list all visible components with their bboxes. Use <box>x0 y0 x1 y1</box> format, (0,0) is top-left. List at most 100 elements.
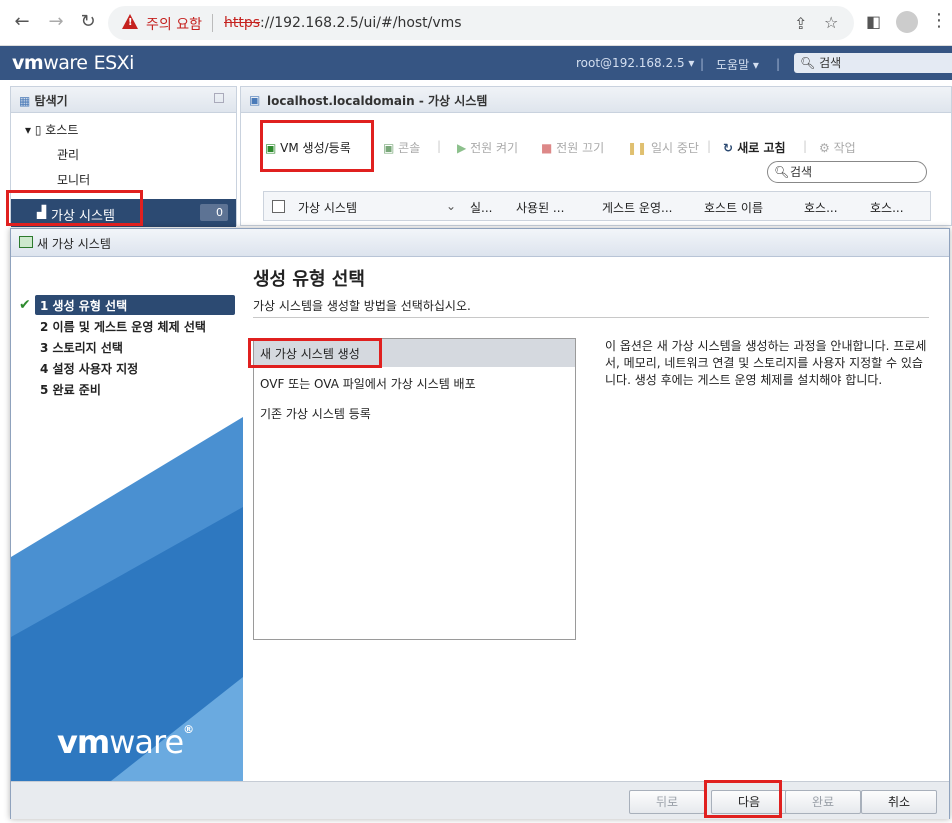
logo-bold: vm <box>12 52 44 74</box>
new-vm-icon <box>19 236 33 248</box>
more-menu-icon[interactable]: ⋮ <box>930 10 948 31</box>
gear-icon: ⚙ <box>819 141 830 155</box>
collapse-icon[interactable] <box>214 93 224 103</box>
browser-toolbar: ← → ↻ ! 주의 요함 https://192.168.2.5/ui/#/h… <box>0 0 952 46</box>
toolbar-separator: | <box>437 139 442 153</box>
navigator-icon: ▦ <box>19 94 31 108</box>
sidebar-item-monitor[interactable]: 모니터 <box>57 171 90 188</box>
cancel-button[interactable]: 취소 <box>861 790 937 814</box>
creation-type-list[interactable]: 새 가상 시스템 생성 OVF 또는 OVA 파일에서 가상 시스템 배포 기존… <box>253 338 576 640</box>
divider <box>253 317 929 318</box>
vm-count-badge: 0 <box>200 204 228 221</box>
header-search-input[interactable]: 🔍︎ 검색 <box>794 53 952 73</box>
refresh-label: 새로 고침 <box>737 141 786 155</box>
column-header[interactable]: 사용된 ... <box>516 199 564 216</box>
suspend-button[interactable]: ❚❚ 일시 중단 <box>627 139 699 156</box>
list-item-create-new-vm[interactable]: 새 가상 시스템 생성 <box>254 339 575 367</box>
select-all-checkbox[interactable] <box>272 200 285 213</box>
wizard-step-5[interactable]: 5 완료 준비 <box>35 379 235 399</box>
back-arrow-icon[interactable]: ← <box>10 10 34 34</box>
address-bar[interactable]: ! 주의 요함 https://192.168.2.5/ui/#/host/vm… <box>108 6 854 40</box>
power-on-label: 전원 켜기 <box>470 141 519 155</box>
page-title: 생성 유형 선택 <box>253 269 365 290</box>
vmware-esxi-logo: vmware ESXi <box>12 52 134 74</box>
bookmark-star-icon[interactable]: ☆ <box>824 13 838 32</box>
navigator-panel: ▦ 탐색기 ▾ ▯ 호스트 관리 모니터 ▟ 가상 시스템 0 <box>10 86 237 227</box>
content-search-input[interactable]: 🔍︎ 검색 <box>767 161 927 183</box>
create-vm-icon: ▣ <box>265 141 277 155</box>
refresh-button[interactable]: ↻ 새로 고침 <box>723 139 786 156</box>
creation-type-description: 이 옵션은 새 가상 시스템을 생성하는 과정을 안내합니다. 프로세서, 메모… <box>605 339 927 387</box>
power-on-icon: ▶ <box>457 141 467 155</box>
create-register-vm-label: VM 생성/등록 <box>280 141 351 155</box>
sidebar-item-vms-label: 가상 시스템 <box>51 209 115 224</box>
power-off-button[interactable]: ■ 전원 끄기 <box>541 139 604 156</box>
console-button[interactable]: ▣ 콘솔 <box>383 139 420 156</box>
wizard-step-4[interactable]: 4 설정 사용자 지정 <box>35 358 235 378</box>
security-warning[interactable]: 주의 요함 <box>146 14 202 34</box>
host-vms-icon: ▣ <box>249 93 261 107</box>
sidebar-item-host[interactable]: ▾ ▯ 호스트 <box>25 121 78 138</box>
navigator-title: ▦ 탐색기 <box>11 87 236 113</box>
wizard-steps-panel: ✔ 1 생성 유형 선택 2 이름 및 게스트 운영 체제 선택 3 스토리지 … <box>11 257 243 781</box>
sidebar-item-manage[interactable]: 관리 <box>57 146 79 163</box>
toolbar-separator: | <box>803 139 808 153</box>
console-label: 콘솔 <box>398 141 421 155</box>
forward-arrow-icon[interactable]: → <box>44 10 68 34</box>
sidebar-item-vms[interactable]: ▟ 가상 시스템 0 <box>11 199 236 227</box>
create-register-vm-button[interactable]: ▣ VM 생성/등록 <box>265 139 351 156</box>
wizard-main-panel: 생성 유형 선택 가상 시스템을 생성할 방법을 선택하십시오. 새 가상 시스… <box>243 257 949 781</box>
search-icon: 🔍︎ <box>800 56 816 70</box>
profile-avatar-icon[interactable] <box>896 11 918 33</box>
omnibox-separator <box>212 14 213 32</box>
column-header[interactable]: 게스트 운영... <box>602 199 672 216</box>
toolbar-separator: | <box>707 139 712 153</box>
dialog-title-text: 새 가상 시스템 <box>37 237 111 251</box>
reload-icon[interactable]: ↻ <box>76 10 100 34</box>
check-icon: ✔ <box>19 297 31 313</box>
user-menu[interactable]: root@192.168.2.5 ▾ <box>576 56 694 70</box>
vmware-logo-light: ware <box>109 723 184 761</box>
column-header[interactable]: 가상 시스템 <box>298 199 357 216</box>
content-title-text: localhost.localdomain - 가상 시스템 <box>267 94 488 108</box>
list-item-deploy-ovf[interactable]: OVF 또는 OVA 파일에서 가상 시스템 배포 <box>254 369 575 397</box>
logo-light: ware <box>43 52 88 74</box>
dialog-footer: 뒤로 다음 완료 취소 <box>11 781 949 819</box>
back-button[interactable]: 뒤로 <box>629 790 705 814</box>
url-path: ://192.168.2.5/ui/#/host/vms <box>260 15 462 31</box>
chevron-down-icon[interactable]: ⌄ <box>446 199 456 213</box>
actions-button[interactable]: ⚙ 작업 <box>819 139 856 156</box>
next-button[interactable]: 다음 <box>711 790 787 814</box>
list-item-register-existing[interactable]: 기존 가상 시스템 등록 <box>254 399 575 427</box>
esxi-header: vmware ESXi root@192.168.2.5 ▾ | 도움말 ▾ |… <box>0 46 952 80</box>
suspend-label: 일시 중단 <box>650 141 699 155</box>
wizard-step-2[interactable]: 2 이름 및 게스트 운영 체제 선택 <box>35 316 235 336</box>
finish-button[interactable]: 완료 <box>785 790 861 814</box>
url-protocol: https <box>224 15 261 31</box>
column-header[interactable]: 호스트 이름 <box>704 199 763 216</box>
vmware-logo-bold: vm <box>57 723 110 761</box>
power-off-icon: ■ <box>541 141 553 155</box>
header-separator: | <box>700 57 705 71</box>
power-off-label: 전원 끄기 <box>556 141 605 155</box>
logo-product: ESXi <box>93 52 135 74</box>
column-header[interactable]: 실... <box>470 199 492 216</box>
content-panel: ▣ localhost.localdomain - 가상 시스템 ▣ VM 생성/… <box>240 86 952 226</box>
share-icon[interactable]: ⇪ <box>794 14 807 33</box>
registered-mark: ® <box>183 723 194 736</box>
header-separator: | <box>776 57 781 71</box>
power-on-button[interactable]: ▶ 전원 켜기 <box>457 139 518 156</box>
vmware-logo: vmware® <box>57 723 194 761</box>
wizard-step-3[interactable]: 3 스토리지 선택 <box>35 337 235 357</box>
content-search-placeholder: 검색 <box>790 165 813 179</box>
url-text[interactable]: https://192.168.2.5/ui/#/host/vms <box>224 15 462 31</box>
console-icon: ▣ <box>383 141 395 155</box>
help-menu[interactable]: 도움말 ▾ <box>716 56 759 73</box>
vm-grid-header: 가상 시스템 ⌄ 실... 사용된 ... 게스트 운영... 호스트 이름 호… <box>263 191 931 221</box>
column-header[interactable]: 호스... <box>804 199 838 216</box>
wizard-step-1[interactable]: 1 생성 유형 선택 <box>35 295 235 315</box>
side-panel-icon[interactable]: ◧ <box>866 12 881 31</box>
column-header[interactable]: 호스... <box>870 199 904 216</box>
search-icon: 🔍︎ <box>774 165 790 179</box>
header-search-placeholder: 검색 <box>819 56 842 70</box>
